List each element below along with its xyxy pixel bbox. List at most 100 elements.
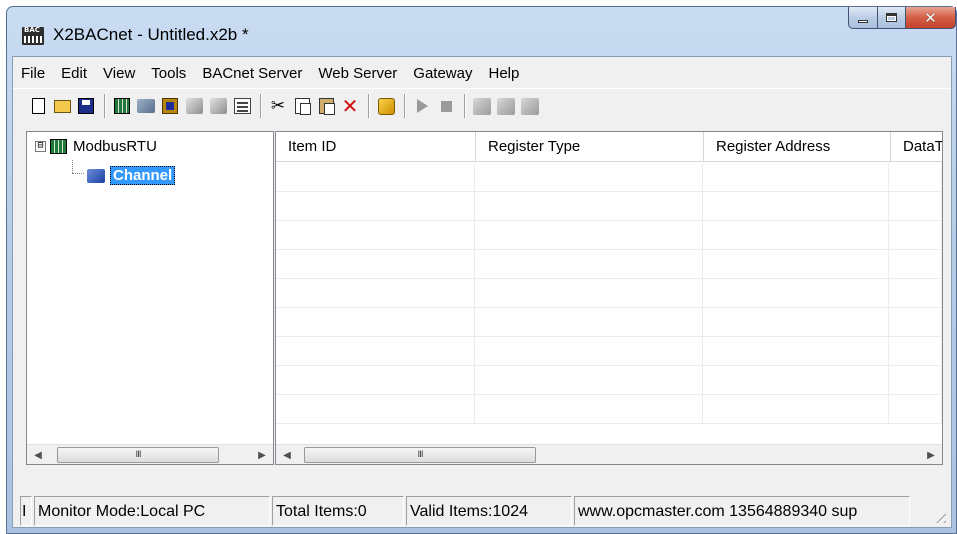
- grid-cell: [276, 308, 476, 336]
- grid-cell: [889, 250, 942, 278]
- empty-grid-row: [276, 279, 942, 308]
- play-button[interactable]: [411, 94, 433, 118]
- tree-connector: [72, 173, 84, 174]
- paste-icon: [318, 98, 335, 115]
- device-info-button[interactable]: [207, 94, 229, 118]
- save-button[interactable]: [75, 94, 97, 118]
- grid-cell: [703, 192, 890, 220]
- grid-cell: [889, 366, 942, 394]
- column-header-register-type[interactable]: Register Type: [476, 132, 704, 162]
- run-config-icon: [377, 97, 395, 115]
- load-button[interactable]: [495, 94, 517, 118]
- status-monitor-mode: Monitor Mode:Local PC: [34, 496, 270, 526]
- stop-icon: [440, 100, 452, 112]
- run-config-button[interactable]: [375, 94, 397, 118]
- grid-cell: [703, 337, 890, 365]
- grid-cell: [276, 250, 476, 278]
- properties-icon: [233, 98, 251, 114]
- tree-horizontal-scrollbar[interactable]: ◀ III ▶: [27, 444, 273, 464]
- grid-cell: [703, 279, 890, 307]
- menu-bacnet-server[interactable]: BACnet Server: [194, 61, 310, 87]
- grid-cell: [889, 221, 942, 249]
- title-bar[interactable]: X2BACnet - Untitled.x2b * ✕: [7, 7, 956, 57]
- grid-cell: [276, 337, 476, 365]
- stop-button[interactable]: [435, 94, 457, 118]
- grid-cell: [703, 366, 890, 394]
- list-horizontal-scrollbar[interactable]: ◀ III ▶: [276, 444, 942, 464]
- resize-grip[interactable]: [932, 509, 946, 523]
- tools-button[interactable]: [471, 94, 493, 118]
- scroll-thumb[interactable]: III: [57, 447, 219, 463]
- tree-connector: [72, 160, 73, 173]
- menu-view[interactable]: View: [95, 61, 143, 87]
- column-header-datatype[interactable]: DataT: [891, 132, 942, 162]
- tools-icon: [473, 97, 491, 115]
- open-button[interactable]: [51, 94, 73, 118]
- empty-grid-row: [276, 308, 942, 337]
- items-list[interactable]: Item ID Register Type Register Address D…: [275, 131, 943, 465]
- minimize-icon: [858, 20, 868, 23]
- paste-button[interactable]: [315, 94, 337, 118]
- device-settings-button[interactable]: [183, 94, 205, 118]
- scroll-right-icon[interactable]: ▶: [922, 445, 940, 464]
- add-item-button[interactable]: [159, 94, 181, 118]
- empty-grid-row: [276, 250, 942, 279]
- toolbar: ✂ ✕: [13, 88, 951, 123]
- device-settings-icon: [185, 98, 203, 114]
- column-header-item-id[interactable]: Item ID: [276, 132, 476, 162]
- grid-cell: [889, 279, 942, 307]
- menu-bar: File Edit View Tools BACnet Server Web S…: [13, 61, 951, 87]
- grid-cell: [276, 163, 476, 191]
- add-device-button[interactable]: [111, 94, 133, 118]
- list-body[interactable]: [276, 163, 942, 433]
- close-button[interactable]: ✕: [906, 7, 956, 29]
- grid-cell: [276, 192, 476, 220]
- scroll-right-icon[interactable]: ▶: [253, 445, 271, 465]
- tree-node-modbusrtu[interactable]: ⊟ ModbusRTU: [35, 138, 157, 155]
- grid-cell: [889, 163, 942, 191]
- toolbar-separator: [464, 94, 466, 118]
- new-button[interactable]: [27, 94, 49, 118]
- grid-cell: [475, 308, 703, 336]
- grid-cell: [889, 337, 942, 365]
- bacnet-app-icon[interactable]: [22, 26, 44, 45]
- toolbar-separator: [260, 94, 262, 118]
- device-tree[interactable]: ⊟ ModbusRTU Channel ◀ III ▶: [26, 131, 274, 465]
- menu-file[interactable]: File: [13, 61, 53, 87]
- grid-cell: [475, 279, 703, 307]
- empty-grid-row: [276, 366, 942, 395]
- delete-button[interactable]: ✕: [339, 94, 361, 118]
- tree-label-modbusrtu: ModbusRTU: [73, 138, 157, 155]
- column-header-register-address[interactable]: Register Address: [704, 132, 891, 162]
- menu-tools[interactable]: Tools: [143, 61, 194, 87]
- copy-button[interactable]: [291, 94, 313, 118]
- tree-label-channel: Channel: [110, 166, 176, 185]
- grid-cell: [889, 192, 942, 220]
- grid-cell: [475, 163, 703, 191]
- properties-button[interactable]: [231, 94, 253, 118]
- grid-cell: [276, 279, 476, 307]
- minimize-button[interactable]: [848, 7, 878, 29]
- grid-cell: [475, 337, 703, 365]
- status-total-items: Total Items:0: [272, 496, 404, 526]
- grid-cell: [475, 221, 703, 249]
- cut-button[interactable]: ✂: [267, 94, 289, 118]
- tree-node-channel[interactable]: Channel: [87, 166, 176, 185]
- scroll-left-icon[interactable]: ◀: [29, 445, 47, 465]
- menu-web-server[interactable]: Web Server: [310, 61, 405, 87]
- grid-cell: [475, 192, 703, 220]
- scroll-left-icon[interactable]: ◀: [278, 445, 296, 464]
- collapse-icon[interactable]: ⊟: [35, 141, 46, 152]
- status-contact: www.opcmaster.com 13564889340 sup: [574, 496, 910, 526]
- new-file-icon: [31, 98, 45, 114]
- toolbar-separator: [104, 94, 106, 118]
- add-channel-button[interactable]: [135, 94, 157, 118]
- menu-gateway[interactable]: Gateway: [405, 61, 480, 87]
- maximize-button[interactable]: [878, 7, 906, 29]
- open-folder-icon: [53, 99, 71, 113]
- scroll-thumb[interactable]: III: [304, 447, 536, 463]
- menu-help[interactable]: Help: [480, 61, 527, 87]
- unload-button[interactable]: [519, 94, 541, 118]
- menu-edit[interactable]: Edit: [53, 61, 95, 87]
- grid-cell: [276, 366, 476, 394]
